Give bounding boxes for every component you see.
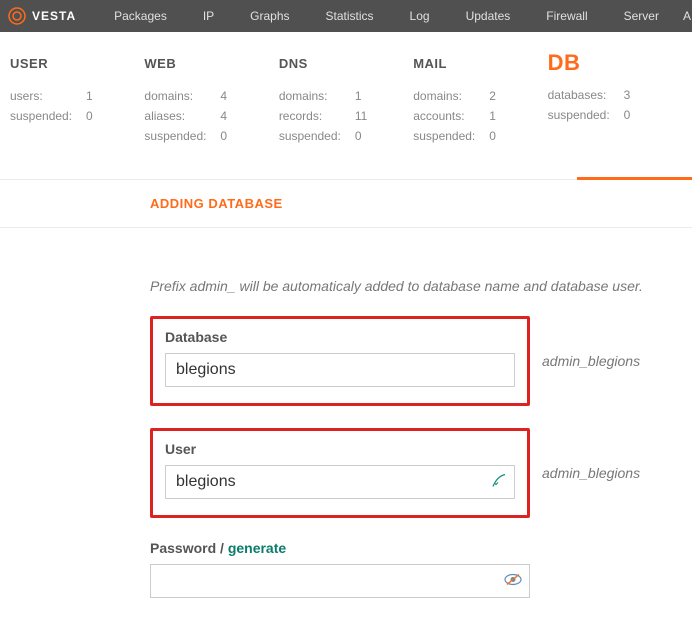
generate-link[interactable]: generate [228, 540, 286, 556]
database-suffix: admin_blegions [542, 353, 640, 369]
prefix-hint: Prefix admin_ will be automaticaly added… [150, 278, 672, 294]
stats-web-title: WEB [144, 56, 278, 71]
top-navbar: VESTA Packages IP Graphs Statistics Log … [0, 0, 692, 32]
field-user-group: User admin_blegions [150, 428, 672, 518]
nav-server[interactable]: Server [606, 0, 677, 32]
stats-user-title: USER [10, 56, 144, 71]
field-user-box: User [150, 428, 530, 518]
brand-logo[interactable]: VESTA [8, 7, 76, 25]
field-password-group: Password / generate [150, 540, 672, 598]
form-area: Prefix admin_ will be automaticaly added… [0, 228, 692, 640]
database-input[interactable] [165, 353, 515, 387]
stats-web[interactable]: WEB domains:4 aliases:4 suspended:0 [144, 56, 278, 149]
brand-text: VESTA [32, 9, 76, 23]
user-input-icon [491, 473, 507, 492]
vesta-logo-icon [8, 7, 26, 25]
stats-user[interactable]: USER users:1 suspended:0 [10, 56, 144, 149]
user-suffix: admin_blegions [542, 465, 640, 481]
section-title: ADDING DATABASE [150, 196, 283, 211]
nav-log[interactable]: Log [392, 0, 448, 32]
field-database-box: Database [150, 316, 530, 406]
user-input[interactable] [165, 465, 515, 499]
stats-mail[interactable]: MAIL domains:2 accounts:1 suspended:0 [413, 56, 547, 149]
nav-firewall[interactable]: Firewall [528, 0, 605, 32]
password-label: Password / generate [150, 540, 530, 556]
password-input[interactable] [150, 564, 530, 598]
nav-extra[interactable]: A [677, 0, 692, 32]
nav-updates[interactable]: Updates [448, 0, 529, 32]
nav-graphs[interactable]: Graphs [232, 0, 307, 32]
field-database-group: Database admin_blegions [150, 316, 672, 406]
active-tab-indicator [577, 177, 692, 180]
eye-icon[interactable] [504, 573, 522, 590]
nav-packages[interactable]: Packages [96, 0, 185, 32]
stats-mail-title: MAIL [413, 56, 547, 71]
nav-ip[interactable]: IP [185, 0, 232, 32]
stats-db-title: DB [548, 50, 682, 76]
stats-dns[interactable]: DNS domains:1 records:11 suspended:0 [279, 56, 413, 149]
database-label: Database [165, 329, 515, 345]
stats-bar: USER users:1 suspended:0 WEB domains:4 a… [0, 32, 692, 180]
user-label: User [165, 441, 515, 457]
stats-dns-title: DNS [279, 56, 413, 71]
nav-statistics[interactable]: Statistics [308, 0, 392, 32]
stats-db[interactable]: DB databases:3 suspended:0 [548, 56, 682, 149]
section-title-row: ADDING DATABASE [0, 180, 692, 228]
